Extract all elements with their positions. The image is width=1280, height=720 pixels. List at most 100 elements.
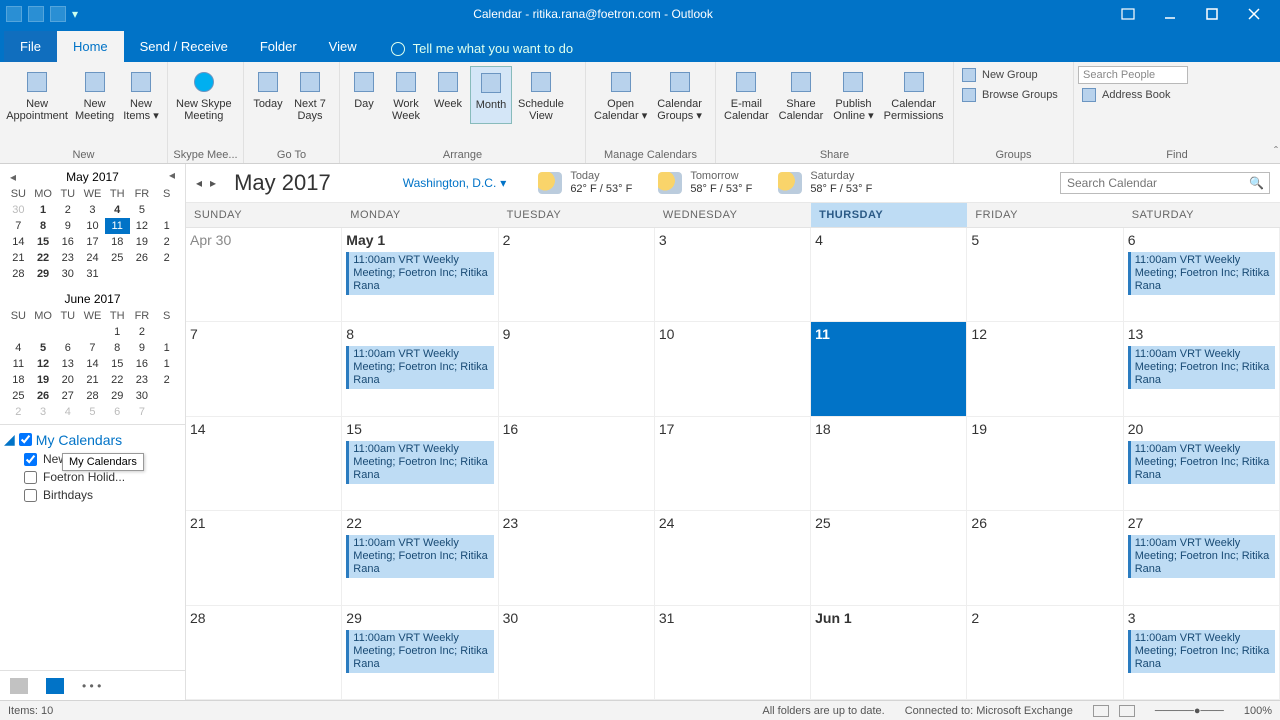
minical-day[interactable]: 23	[130, 372, 155, 388]
calendar-cell[interactable]: May 111:00am VRT Weekly Meeting; Foetron…	[342, 228, 498, 322]
calendar-event[interactable]: 11:00am VRT Weekly Meeting; Foetron Inc;…	[346, 630, 493, 673]
calendar-cell[interactable]: 26	[967, 511, 1123, 605]
calendar-cell[interactable]: 16	[499, 417, 655, 511]
tab-view[interactable]: View	[313, 31, 373, 62]
tab-home[interactable]: Home	[57, 31, 124, 62]
minical-day[interactable]: 2	[55, 202, 80, 218]
minical-day[interactable]: 16	[55, 234, 80, 250]
minical-day[interactable]: 14	[6, 234, 31, 250]
calendar-event[interactable]: 11:00am VRT Weekly Meeting; Foetron Inc;…	[1128, 441, 1275, 484]
minical-day[interactable]	[80, 324, 105, 340]
calendar-cell[interactable]: 611:00am VRT Weekly Meeting; Foetron Inc…	[1124, 228, 1280, 322]
minical-day[interactable]: 24	[80, 250, 105, 266]
next-month-icon[interactable]: ▸	[210, 176, 216, 190]
minical-day[interactable]	[154, 324, 179, 340]
open-calendar-button[interactable]: Open Calendar ▾	[590, 66, 651, 124]
minical-day[interactable]: 4	[6, 340, 31, 356]
minical-day[interactable]: 2	[154, 250, 179, 266]
calendar-cell[interactable]: 2211:00am VRT Weekly Meeting; Foetron In…	[342, 511, 498, 605]
calendar-groups-button[interactable]: Calendar Groups ▾	[653, 66, 706, 124]
share-calendar-button[interactable]: Share Calendar	[775, 66, 828, 124]
today-button[interactable]: Today	[248, 66, 288, 124]
schedule-view-button[interactable]: Schedule View	[514, 66, 568, 124]
calendar-cell[interactable]: 18	[811, 417, 967, 511]
next-7-days-button[interactable]: Next 7 Days	[290, 66, 330, 124]
minical-day[interactable]: 1	[31, 202, 56, 218]
calendar-cell[interactable]: 2911:00am VRT Weekly Meeting; Foetron In…	[342, 606, 498, 700]
weather-day[interactable]: Tomorrow58° F / 53° F	[658, 170, 752, 196]
calendar-cell[interactable]: Apr 30	[186, 228, 342, 322]
minical-day[interactable]: 2	[6, 404, 31, 420]
minical-day[interactable]: 5	[80, 404, 105, 420]
month-view-button[interactable]: Month	[470, 66, 512, 124]
minical-day[interactable]	[55, 324, 80, 340]
minical-day[interactable]: 25	[105, 250, 130, 266]
mail-icon[interactable]	[10, 678, 28, 694]
minical-day[interactable]: 21	[6, 250, 31, 266]
work-week-button[interactable]: Work Week	[386, 66, 426, 124]
view-normal-icon[interactable]	[1093, 705, 1109, 717]
minical-day[interactable]: 9	[130, 340, 155, 356]
minical-day[interactable]: 11	[105, 218, 130, 234]
calendar-cell[interactable]: 19	[967, 417, 1123, 511]
minical-day[interactable]: 2	[154, 234, 179, 250]
calendar-cell[interactable]: 3	[655, 228, 811, 322]
minical-day[interactable]: 12	[130, 218, 155, 234]
minimize-icon[interactable]	[1150, 1, 1190, 27]
search-calendar-input[interactable]	[1060, 172, 1270, 194]
minical-day[interactable]: 25	[6, 388, 31, 404]
minical-day[interactable]: 26	[31, 388, 56, 404]
calendar-event[interactable]: 11:00am VRT Weekly Meeting; Foetron Inc;…	[346, 252, 493, 295]
minical-day[interactable]: 9	[55, 218, 80, 234]
more-icon[interactable]: • • •	[82, 679, 101, 693]
calendar-cell[interactable]: 24	[655, 511, 811, 605]
minical-day[interactable]: 19	[130, 234, 155, 250]
minical-day[interactable]: 10	[80, 218, 105, 234]
calendar-cell[interactable]: 25	[811, 511, 967, 605]
minical-day[interactable]: 8	[105, 340, 130, 356]
minical-day[interactable]: 18	[6, 372, 31, 388]
search-people-input[interactable]: Search People	[1078, 66, 1188, 84]
minical-day[interactable]: 11	[6, 356, 31, 372]
calendar-cell[interactable]: 2711:00am VRT Weekly Meeting; Foetron In…	[1124, 511, 1280, 605]
calendar-list-item[interactable]: Birthdays	[4, 486, 181, 504]
week-view-button[interactable]: Week	[428, 66, 468, 124]
new-appointment-button[interactable]: New Appointment	[4, 66, 70, 124]
publish-online-button[interactable]: Publish Online ▾	[829, 66, 877, 124]
minical-day[interactable]: 5	[130, 202, 155, 218]
calendar-permissions-button[interactable]: Calendar Permissions	[880, 66, 948, 124]
minical-day[interactable]: 28	[80, 388, 105, 404]
tab-file[interactable]: File	[4, 31, 57, 62]
calendar-cell[interactable]: 2	[499, 228, 655, 322]
zoom-slider[interactable]: ─────●───	[1155, 705, 1224, 717]
calendar-cell[interactable]: 17	[655, 417, 811, 511]
calendar-cell[interactable]: 14	[186, 417, 342, 511]
calendar-event[interactable]: 11:00am VRT Weekly Meeting; Foetron Inc;…	[1128, 346, 1275, 389]
minical-day[interactable]: 1	[105, 324, 130, 340]
ribbon-display-icon[interactable]	[1108, 1, 1148, 27]
close-icon[interactable]	[1234, 1, 1274, 27]
minical-day[interactable]: 3	[80, 202, 105, 218]
minical-day[interactable]: 7	[130, 404, 155, 420]
calendar-cell[interactable]: 1311:00am VRT Weekly Meeting; Foetron In…	[1124, 322, 1280, 416]
minical-day[interactable]: 30	[6, 202, 31, 218]
minical-day[interactable]: 3	[31, 404, 56, 420]
search-icon[interactable]: 🔍	[1249, 176, 1264, 190]
calendar-event[interactable]: 11:00am VRT Weekly Meeting; Foetron Inc;…	[346, 346, 493, 389]
calendar-cell[interactable]: 2	[967, 606, 1123, 700]
minical-day[interactable]: 15	[31, 234, 56, 250]
minical-day[interactable]: 22	[31, 250, 56, 266]
minical-prev-icon[interactable]: ◂	[6, 170, 20, 184]
minical-day[interactable]	[154, 388, 179, 404]
collapse-ribbon-icon[interactable]: ˆ	[1274, 144, 1278, 158]
prev-month-icon[interactable]: ◂	[196, 176, 202, 190]
weather-day[interactable]: Saturday58° F / 53° F	[778, 170, 872, 196]
my-calendars-header[interactable]: ◢ My Calendars	[4, 429, 181, 450]
minical-day[interactable]	[154, 202, 179, 218]
new-group-button[interactable]: New Group	[958, 66, 1069, 84]
calendar-cell[interactable]: 7	[186, 322, 342, 416]
my-calendars-checkbox[interactable]	[19, 433, 32, 446]
calendar-cell[interactable]: 9	[499, 322, 655, 416]
minical-day[interactable]: 16	[130, 356, 155, 372]
tab-folder[interactable]: Folder	[244, 31, 313, 62]
